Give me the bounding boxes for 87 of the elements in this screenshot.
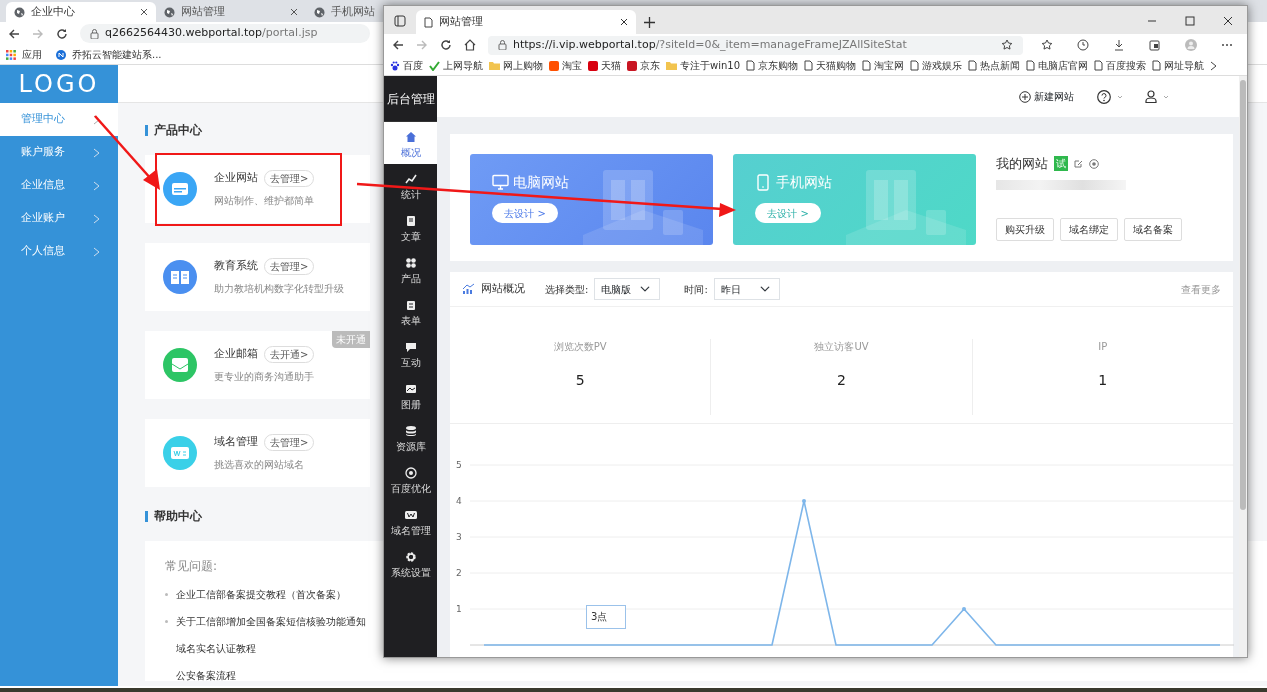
nav-item[interactable]: 概况: [384, 122, 437, 164]
site-action-button[interactable]: 购买升级: [996, 218, 1054, 241]
sidebar-item[interactable]: 管理中心: [0, 103, 118, 136]
product-name: 企业邮箱: [214, 346, 258, 363]
stat-label: 独立访客UV: [814, 340, 869, 354]
bookmark[interactable]: 专注于win10: [666, 58, 741, 73]
bookmark[interactable]: 天猫: [588, 58, 621, 73]
browser-tab[interactable]: 网站管理: [416, 10, 636, 34]
nav-item[interactable]: 系统设置: [384, 542, 437, 584]
stat-value: 2: [837, 371, 846, 390]
bookmark[interactable]: 乔拓云智能建站系...: [56, 47, 162, 62]
product-name: 域名管理: [214, 434, 258, 451]
bookmark[interactable]: 应用: [6, 47, 42, 62]
tab-title: 网站管理: [439, 13, 483, 30]
field-label: 选择类型:: [545, 282, 589, 297]
nav-item[interactable]: 产品: [384, 248, 437, 290]
panel-title: 网站概况: [481, 280, 525, 297]
bookmark[interactable]: 电脑店官网: [1026, 58, 1089, 73]
type-select[interactable]: 电脑版: [594, 278, 661, 300]
site-title: 我的网站: [996, 155, 1048, 173]
status-badge: 未开通: [332, 331, 370, 348]
section-title: 帮助中心: [154, 508, 202, 525]
nav-item[interactable]: 域名管理: [384, 500, 437, 542]
card-title: 电脑网站: [513, 173, 569, 192]
faq-label: 常见问题:: [165, 559, 218, 573]
manage-button[interactable]: 去管理>: [264, 434, 315, 451]
nav-item[interactable]: 文章: [384, 206, 437, 248]
time-select[interactable]: 昨日: [713, 278, 780, 300]
axis-tick-label: 1: [456, 604, 462, 614]
nav-item[interactable]: 互动: [384, 332, 437, 374]
tab-title: 企业中心: [31, 3, 75, 20]
brand-title: 后台管理: [386, 90, 435, 108]
stat-label: 浏览次数PV: [553, 340, 607, 354]
axis-tick-label: 5: [456, 460, 462, 470]
logo: LOGO: [18, 69, 100, 100]
nav-item[interactable]: 百度优化: [384, 458, 437, 500]
address-bar[interactable]: q2662564430.webportal.top/portal.jsp: [80, 24, 370, 43]
product-name: 教育系统: [214, 258, 258, 275]
help-link[interactable]: 域名实名认证教程: [176, 641, 256, 656]
site-action-button[interactable]: 域名备案: [1124, 218, 1182, 241]
bookmark[interactable]: 热点新闻: [968, 58, 1021, 73]
browser-tab[interactable]: 网站管理: [156, 2, 306, 22]
nav-item[interactable]: 统计: [384, 164, 437, 206]
bookmark[interactable]: 网上购物: [489, 58, 543, 73]
site-action-button[interactable]: 域名绑定: [1060, 218, 1118, 241]
nav-item[interactable]: 图册: [384, 374, 437, 416]
axis-tick-label: 2: [456, 568, 462, 578]
axis-tick-label: 4: [456, 496, 462, 506]
stat-value: 5: [575, 371, 585, 390]
nav-item[interactable]: 表单: [384, 290, 437, 332]
bookmark[interactable]: 游戏娱乐: [910, 58, 963, 73]
bookmark[interactable]: 淘宝网: [862, 58, 905, 73]
product-description: 助力教培机构数字化转型升级: [214, 282, 344, 296]
browser-tab[interactable]: 企业中心: [6, 2, 156, 22]
help-link[interactable]: 关于工信部增加全国备案短信核验功能通知: [176, 614, 366, 629]
design-button[interactable]: 去设计 >: [492, 203, 558, 223]
product-description: 网站制作、维护都简单: [214, 194, 315, 208]
manage-button[interactable]: 去开通>: [264, 346, 315, 363]
manage-button[interactable]: 去管理>: [264, 258, 315, 275]
browser-tab[interactable]: 手机网站: [306, 2, 383, 22]
bookmark[interactable]: 网址导航: [1152, 58, 1205, 73]
bookmark[interactable]: 天猫购物: [804, 58, 857, 73]
address-bar[interactable]: https://i.vip.webportal.top/?siteId=0&_item=manageFrameJZAllSiteStat: [488, 35, 1023, 55]
stat-value: 1: [1098, 371, 1108, 390]
tab-title: 手机网站: [331, 3, 375, 20]
axis-tick-label: 3: [456, 532, 462, 542]
help-link[interactable]: 企业工信部备案提交教程（首次备案）: [176, 587, 346, 602]
bookmark[interactable]: 京东购物: [746, 58, 799, 73]
product-description: 更专业的商务沟通助手: [214, 370, 315, 384]
bookmark[interactable]: 百度搜索: [1094, 58, 1147, 73]
bookmark[interactable]: 上网导航: [429, 58, 483, 73]
nav-item[interactable]: 资源库: [384, 416, 437, 458]
product-description: 挑选喜欢的网站域名: [214, 458, 305, 472]
manage-button[interactable]: 去管理>: [264, 170, 315, 187]
stat-label: IP: [1098, 340, 1108, 354]
section-title: 产品中心: [154, 122, 202, 139]
trial-badge: 试: [1054, 156, 1068, 172]
tooltip-title: 3点: [591, 611, 608, 622]
field-label: 时间:: [684, 282, 708, 297]
card-title: 手机网站: [776, 173, 832, 192]
product-name: 企业网站: [214, 170, 258, 187]
tab-title: 网站管理: [181, 3, 225, 20]
bookmark[interactable]: 淘宝: [549, 58, 582, 73]
bookmark[interactable]: 百度: [390, 58, 423, 73]
bookmark[interactable]: 京东: [627, 58, 660, 73]
new-site-button[interactable]: 新建网站: [1018, 88, 1075, 105]
help-link[interactable]: 公安备案流程: [176, 668, 236, 683]
